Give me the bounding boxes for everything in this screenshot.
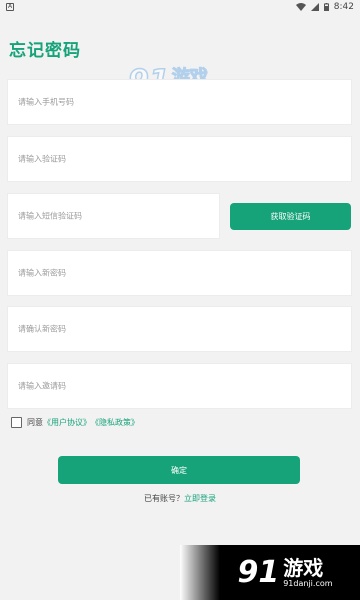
confirm-button[interactable]: 确定 [58, 456, 300, 484]
confirm-password-field[interactable]: 请确认新密码 [7, 306, 352, 352]
captcha-placeholder: 请输入验证码 [18, 154, 66, 164]
agreement-prefix: 同意 [27, 418, 43, 427]
invite-code-field[interactable]: 请输入邀请码 [7, 363, 352, 409]
app-notification-icon: A [6, 3, 14, 11]
user-agreement-link[interactable]: 《用户协议》 [43, 417, 91, 428]
sms-code-placeholder: 请输入短信验证码 [18, 211, 82, 221]
phone-placeholder: 请输入手机号码 [18, 97, 74, 107]
status-bar: A 8:42 [0, 0, 360, 14]
watermark-bottom-brand: 游戏 [283, 555, 324, 580]
watermark-bottom-url: 91danji.com [283, 578, 333, 588]
page-title: 忘记密码 [9, 41, 81, 61]
watermark-bottom-number: 91 [237, 555, 280, 590]
new-password-field[interactable]: 请输入新密码 [7, 250, 352, 296]
signal-icon [310, 3, 319, 11]
sms-code-field[interactable]: 请输入短信验证码 [7, 193, 220, 239]
agreement-checkbox[interactable] [11, 417, 22, 428]
login-row: 已有账号？立即登录 [0, 493, 360, 504]
privacy-policy-link[interactable]: 《隐私政策》 [91, 417, 139, 428]
watermark-logo-bottom: 91 游戏 91danji.com [180, 545, 360, 600]
status-time: 8:42 [333, 2, 354, 12]
get-code-button[interactable]: 获取验证码 [230, 203, 351, 230]
agreement-row: 同意 《用户协议》 《隐私政策》 [11, 417, 139, 428]
battery-icon [323, 3, 329, 11]
wifi-icon [295, 3, 306, 11]
phone-field[interactable]: 请输入手机号码 [7, 79, 352, 125]
status-icons: 8:42 [295, 2, 354, 12]
watermark-fade [180, 545, 220, 600]
have-account-text: 已有账号？ [144, 494, 184, 503]
invite-code-placeholder: 请输入邀请码 [18, 381, 66, 391]
login-link[interactable]: 立即登录 [184, 494, 216, 503]
confirm-password-placeholder: 请确认新密码 [18, 324, 66, 334]
captcha-field[interactable]: 请输入验证码 [7, 136, 352, 182]
new-password-placeholder: 请输入新密码 [18, 268, 66, 278]
